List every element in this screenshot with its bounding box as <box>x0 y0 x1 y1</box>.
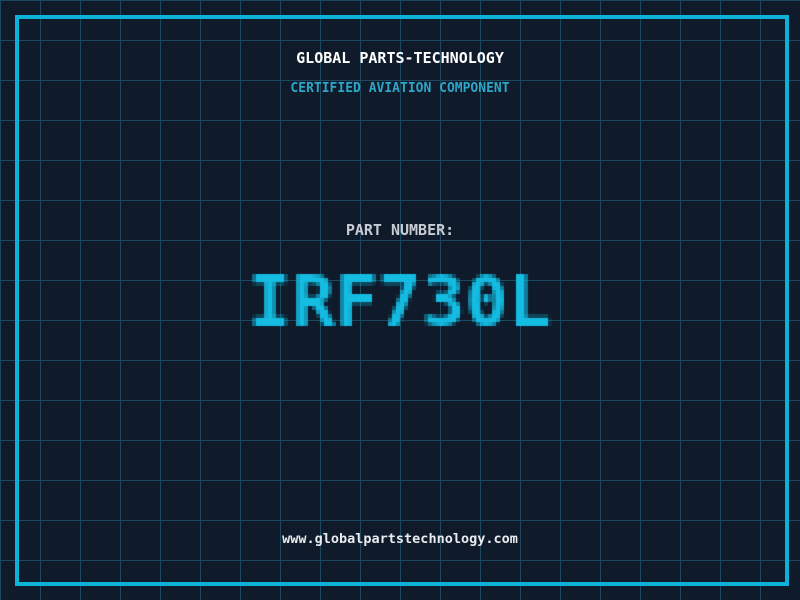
part-number-text: IRF730L <box>0 0 1 1</box>
part-number-label: PART NUMBER: <box>345 221 455 239</box>
certification-subtitle: CERTIFIED AVIATION COMPONENT <box>290 81 510 96</box>
website-url: www.globalpartstechnology.com <box>282 531 518 547</box>
part-number-pixel-text <box>200 250 600 346</box>
certificate-card: GLOBAL PARTS-TECHNOLOGY CERTIFIED AVIATI… <box>0 0 800 600</box>
company-title: GLOBAL PARTS-TECHNOLOGY <box>296 49 504 67</box>
